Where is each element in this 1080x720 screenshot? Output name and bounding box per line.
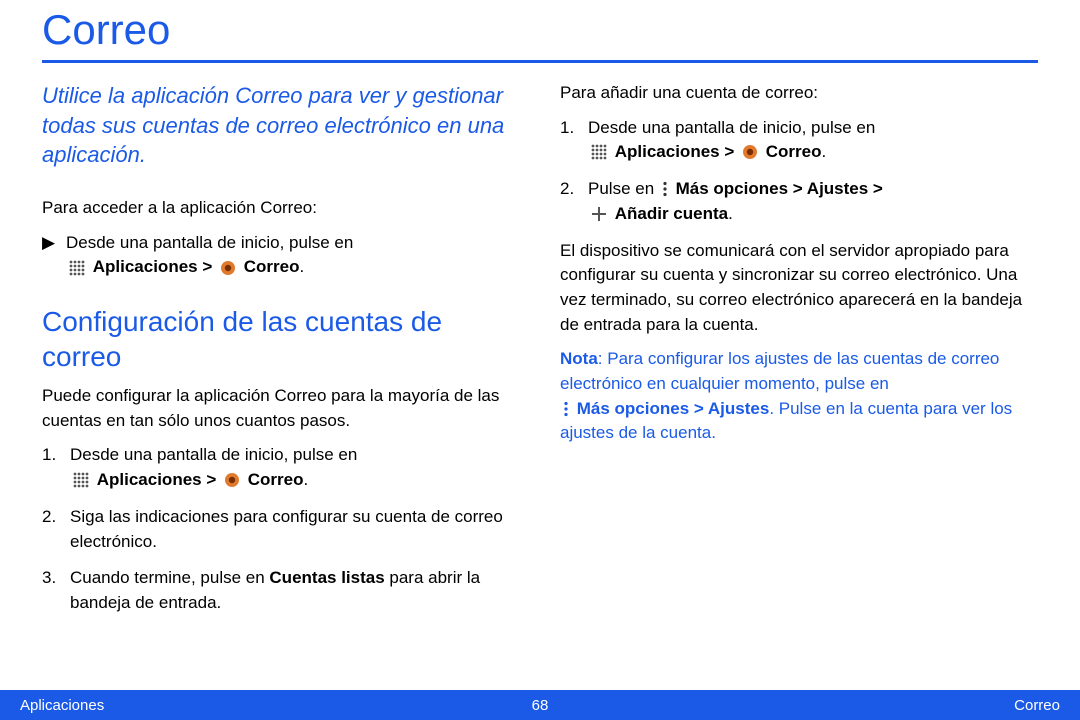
step3-bold: Cuentas listas (269, 568, 384, 587)
note-more-options: Más opciones > Ajustes (577, 399, 770, 418)
section-intro: Puede configurar la aplicación Correo pa… (42, 384, 520, 433)
footer-right: Correo (1014, 697, 1060, 714)
step-number: 2. (560, 177, 588, 227)
add-steps-list: 1. Desde una pantalla de inicio, pulse e… (560, 116, 1038, 227)
apps-grid-icon (73, 468, 89, 493)
apps-label: Aplicaciones > (93, 257, 213, 276)
correo-label: Correo (244, 257, 300, 276)
r-step2-pre: Pulse en (588, 179, 659, 198)
apps-label: Aplicaciones > (615, 142, 735, 161)
add-account-label: Añadir cuenta (615, 204, 728, 223)
r-step1-text: Desde una pantalla de inicio, pulse en (588, 118, 875, 137)
content-columns: Utilice la aplicación Correo para ver y … (42, 81, 1038, 627)
mail-dot-icon (220, 256, 236, 281)
footer-page-number: 68 (0, 697, 1080, 714)
left-column: Utilice la aplicación Correo para ver y … (42, 81, 520, 627)
right-column: Para añadir una cuenta de correo: 1. Des… (560, 81, 1038, 627)
list-item: 1. Desde una pantalla de inicio, pulse e… (560, 116, 1038, 165)
access-step-text: Desde una pantalla de inicio, pulse en (66, 233, 353, 252)
step1-text: Desde una pantalla de inicio, pulse en (70, 445, 357, 464)
result-paragraph: El dispositivo se comunicará con el serv… (560, 239, 1038, 338)
note-paragraph: Nota: Para configurar los ajustes de las… (560, 347, 1038, 446)
page-title: Correo (42, 0, 1038, 60)
intro-text: Utilice la aplicación Correo para ver y … (42, 81, 520, 170)
section-heading: Configuración de las cuentas de correo (42, 304, 520, 374)
period: . (303, 470, 308, 489)
step-number: 1. (560, 116, 588, 165)
note-label: Nota (560, 349, 598, 368)
period: . (821, 142, 826, 161)
title-rule (42, 60, 1038, 63)
apps-grid-icon (591, 140, 607, 165)
correo-label: Correo (766, 142, 822, 161)
apps-grid-icon (69, 256, 85, 281)
period: . (728, 204, 733, 223)
more-options-icon (662, 177, 668, 202)
list-item: 2. Siga las indicaciones para configurar… (42, 505, 520, 554)
step-number: 1. (42, 443, 70, 492)
apps-label: Aplicaciones > (97, 470, 217, 489)
step2-text: Siga las indicaciones para configurar su… (70, 505, 520, 554)
access-step: ▶ Desde una pantalla de inicio, pulse en… (42, 231, 520, 280)
access-intro: Para acceder a la aplicación Correo: (42, 196, 520, 221)
mail-dot-icon (224, 468, 240, 493)
mail-dot-icon (742, 140, 758, 165)
step-number: 2. (42, 505, 70, 554)
add-intro: Para añadir una cuenta de correo: (560, 81, 1038, 106)
footer-left: Aplicaciones (20, 697, 104, 714)
step3-pre: Cuando termine, pulse en (70, 568, 269, 587)
plus-icon (591, 202, 607, 227)
note-text-a: : Para configurar los ajustes de las cue… (560, 349, 999, 393)
triangle-bullet-icon: ▶ (42, 231, 66, 256)
more-options-label: Más opciones > Ajustes > (676, 179, 883, 198)
more-options-icon (563, 397, 569, 422)
list-item: 3. Cuando termine, pulse en Cuentas list… (42, 566, 520, 615)
list-item: 1. Desde una pantalla de inicio, pulse e… (42, 443, 520, 492)
correo-label: Correo (248, 470, 304, 489)
period: . (299, 257, 304, 276)
list-item: 2. Pulse en Más opciones > Ajustes > Aña… (560, 177, 1038, 227)
step-number: 3. (42, 566, 70, 615)
config-steps-list: 1. Desde una pantalla de inicio, pulse e… (42, 443, 520, 615)
footer-bar: Aplicaciones 68 Correo (0, 690, 1080, 720)
